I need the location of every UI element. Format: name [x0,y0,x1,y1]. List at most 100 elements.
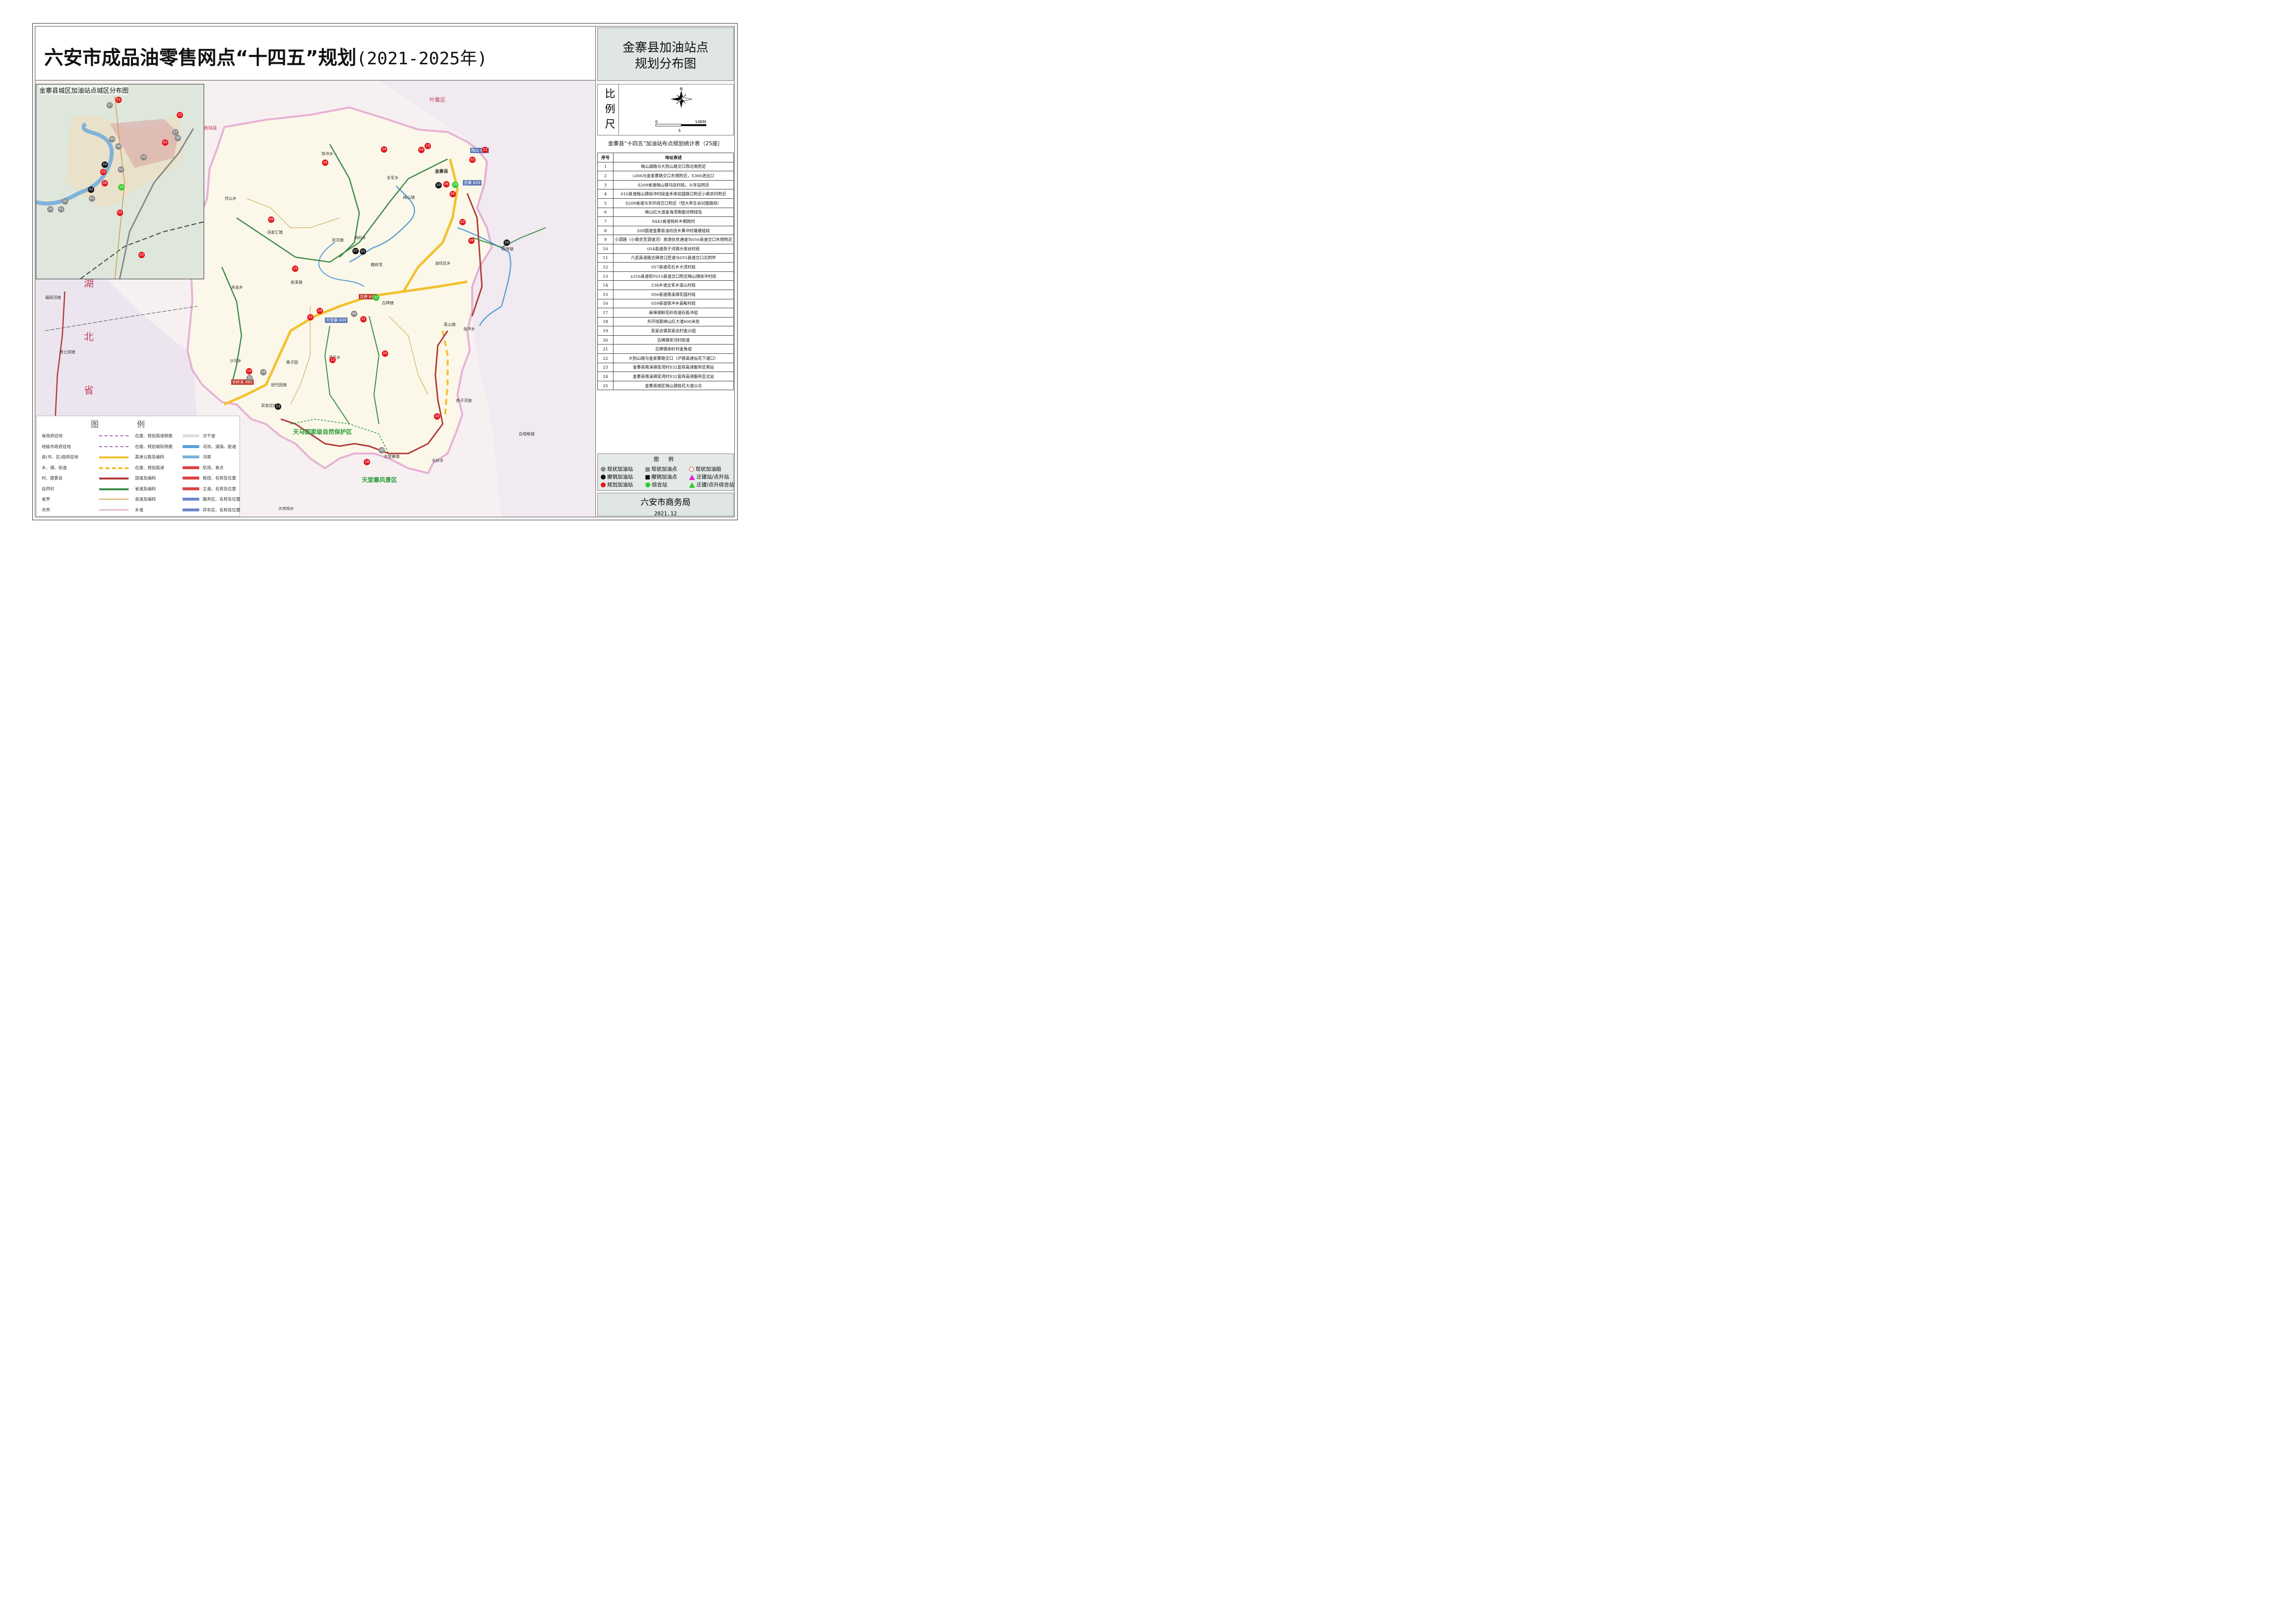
inset-marker[interactable]: 22 [177,112,183,118]
planned-station-marker[interactable]: 22 [482,147,488,153]
existing-station-marker[interactable]: 26 [378,447,385,453]
removed-station-marker[interactable]: 23 [275,403,281,410]
existing-station-marker[interactable]: 35 [246,375,253,381]
town-banzhuyuan: 斑竹园镇 [271,383,287,387]
inset-marker[interactable]: 25 [100,169,107,175]
inset-marker[interactable]: 40 [109,136,115,142]
planned-station-marker[interactable]: 10 [434,413,440,420]
planned-station-marker[interactable]: 19 [246,368,252,374]
planned-station-marker[interactable]: 05 [450,191,456,197]
county-shangcheng: 商城县 [204,126,217,131]
inset-marker[interactable]: 03 [89,195,95,202]
inset-marker[interactable]: 36 [175,135,181,141]
planned-station-marker[interactable]: 09 [268,216,274,223]
removed-station-marker[interactable]: 24 [504,240,510,246]
planned-station-marker[interactable]: 20 [382,350,388,357]
table-cell-no: 15 [597,289,614,299]
planned-station-marker[interactable]: 15 [292,266,298,272]
table-cell-no: 9 [597,235,614,244]
town-jinzhai: 金寨县 [435,169,449,174]
inset-marker[interactable]: 02 [162,139,168,146]
planned-station-marker[interactable]: 23 [307,314,314,320]
planned-station-marker[interactable]: 04 [418,147,425,153]
removed-station-marker[interactable]: 01 [360,248,366,255]
inset-marker[interactable]: 05 [117,210,123,216]
inset-marker[interactable]: 28 [47,206,53,213]
inset-marker[interactable]: 03 [138,252,145,258]
town-dadiao: 大地坳乡 [278,506,294,511]
table-cell-addr: 梅山湖路与大别山路交口西北角附近 [613,161,734,172]
planned-station-marker[interactable]: 18 [364,459,370,465]
inset-marker[interactable]: 47 [107,102,113,108]
table-cell-addr: S209省道与东环线交口附近（恒大养生谷对面路段） [613,198,734,208]
legend-line-label: 省界 [42,497,51,502]
table-row: 11 六武高速路古碑进口匝道与055县道交口北附件 [597,253,734,263]
inset-marker[interactable]: 02 [88,186,94,193]
planned-station-marker[interactable]: 03 [459,219,466,225]
inset-marker[interactable]: 01 [115,97,122,103]
removed-station-marker[interactable]: 33 [435,182,442,188]
planned-station-marker[interactable]: 24 [317,308,323,314]
town-shuanghe: 双河镇 [332,238,344,242]
town-shahe: 沙河乡 [230,359,241,363]
reserve-label-tianma: 天马国家级自然保护区 [293,428,352,435]
table-cell-addr: 古碑镇宋河村街道 [613,335,734,345]
existing-station-marker[interactable]: 39 [260,369,267,375]
legend-line-label: 自然村 [42,486,54,492]
town-mabu: 麻埠镇 [502,247,513,251]
town-huangtugang: 黄土岗镇 [59,350,75,354]
planned-station-marker[interactable]: 08 [468,238,475,244]
table-cell-addr: 吴家店镇吴家店村金兴组 [613,326,734,336]
legend-line-label: 在建、规划高速铁路 [135,434,173,439]
inset-marker[interactable]: 18 [118,184,125,190]
planned-station-marker[interactable]: 02 [469,157,476,163]
table-cell-no: 10 [597,243,614,254]
stats-table: 序号 地址表述 1 梅山湖路与大别山路交口西北角附近 2 s366与金家寨路交口东侧附… [597,153,734,391]
planned-station-marker[interactable]: 13 [425,143,431,149]
footer-date: 2021.12 [654,510,677,517]
legend-line-label: 枢纽、名称及位置 [203,476,237,481]
table-cell-no: 17 [597,308,614,318]
scale-tick-10km: 10KM [695,120,706,124]
table-row: 17 麻埠镇鲜花岭街道石板冲组 [597,308,734,318]
town-quanjun: 全军乡 [387,176,399,180]
legend-line-swatch [99,446,129,447]
town-zhangchong: 张冲乡 [463,327,475,331]
inset-marker[interactable]: 46 [115,143,122,150]
inset-marker[interactable]: 06 [102,180,108,186]
table-cell-addr: S443省道桃岭乡桐岗村 [613,216,734,226]
legend-line-swatch [99,435,129,436]
table-cell-addr: 056县道南溪镇花园村段 [613,289,734,299]
town-huaishuwan: 槐树湾 [371,263,382,267]
planned-station-marker[interactable]: 14 [381,146,387,153]
existing-station-marker[interactable]: 48 [351,311,357,317]
table-cell-no: 7 [597,216,614,226]
planned-station-marker[interactable]: 16 [322,160,328,166]
table-cell-addr: 小泗路（小南京至泗道河）旅游扶贫通道与056县道交口东侧附近 [613,235,734,244]
inset-marker[interactable]: 01 [58,206,64,213]
table-cell-no: 23 [597,362,614,373]
combined-station-marker[interactable]: 25 [452,182,458,188]
removed-station-marker[interactable]: 07 [352,248,359,254]
inset-marker[interactable]: 42 [118,166,124,173]
combined-station-marker[interactable]: 11 [373,294,379,301]
inset-marker[interactable]: 45 [140,154,147,160]
inset-marker[interactable]: 33 [102,161,108,168]
inset-marker[interactable]: 31 [62,198,68,205]
legend-symbols: 图 例 现状加油站 现状加油点 现状加油船 撤销加油站 撤销加油点 迁建站/点升… [597,453,734,491]
table-row: 16 059县道铁冲乡高畈村段 [597,298,734,309]
inset-title: 金寨县城区加油站点城区分布图 [39,85,129,95]
planned-station-marker[interactable]: 06 [443,181,450,187]
legend-line-swatch [99,478,129,479]
table-cell-no: 4 [597,189,614,199]
legend-item-existing-station: 现状加油站 [601,465,633,473]
planned-station-marker[interactable]: 12 [329,357,336,363]
legend-line-swatch [183,508,199,511]
table-cell-addr: 010县道梅山镇徐冲村段金禾体验园路口附近小南京村附近 [613,189,734,199]
north-arrow-icon: N 0 5 10KM [655,87,706,133]
legend-line-swatch [183,498,199,501]
table-cell-addr: 209国道金寨县油坊店乡黄冲村塘埂组段 [613,225,734,236]
planned-station-marker[interactable]: 21 [360,316,367,322]
legend-item-removed-point: 撤销加油点 [645,473,677,480]
legend-line-label: 县道及编码 [135,497,156,502]
